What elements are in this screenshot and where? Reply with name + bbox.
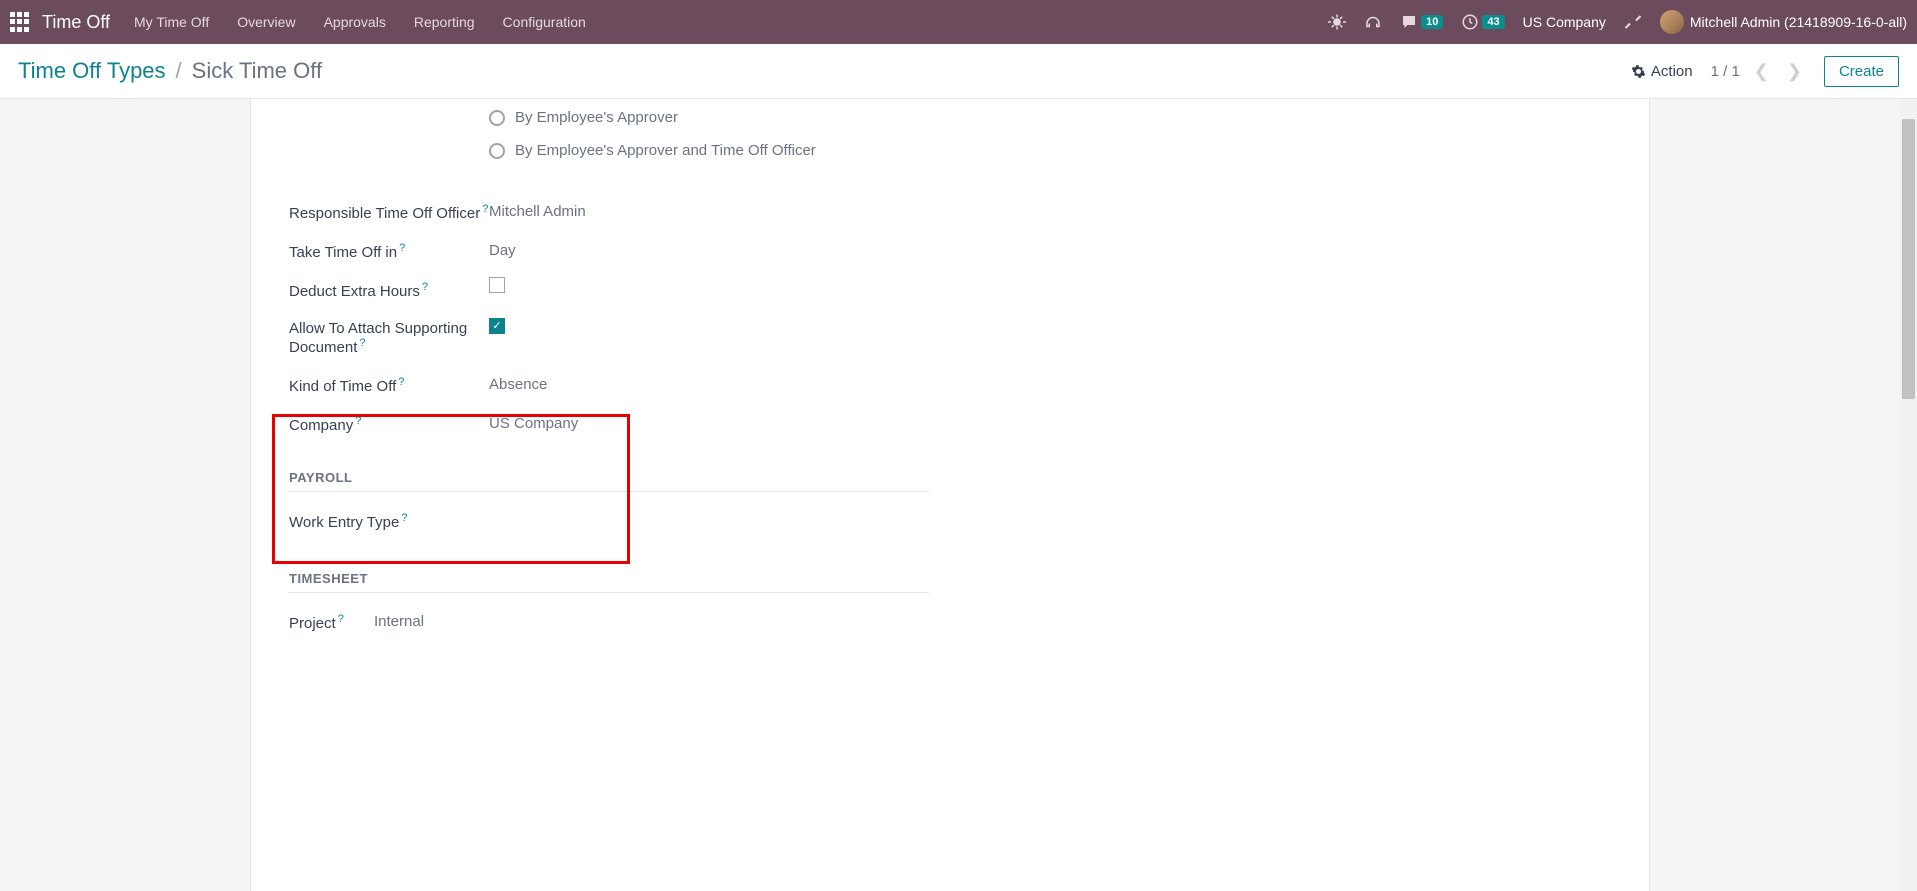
form-sheet: Approval No Validation By Time Off Offic… bbox=[250, 99, 1650, 891]
deduct-label: Deduct Extra Hours? bbox=[289, 277, 489, 300]
radio-icon bbox=[489, 110, 505, 126]
help-icon[interactable]: ? bbox=[359, 337, 365, 349]
unit-label: Take Time Off in? bbox=[289, 238, 489, 261]
user-name: Mitchell Admin (21418909-16-0-all) bbox=[1690, 14, 1907, 30]
bug-icon[interactable] bbox=[1328, 13, 1346, 31]
breadcrumb-sep: / bbox=[176, 58, 182, 84]
help-icon[interactable]: ? bbox=[482, 203, 488, 215]
payroll-heading: PAYROLL bbox=[289, 470, 929, 492]
tools-icon[interactable] bbox=[1624, 13, 1642, 31]
pager-value[interactable]: 1 / 1 bbox=[1711, 63, 1740, 80]
breadcrumb-parent[interactable]: Time Off Types bbox=[18, 58, 166, 84]
unit-value[interactable]: Day bbox=[489, 238, 516, 259]
scroll-thumb[interactable] bbox=[1902, 119, 1915, 399]
kind-label: Kind of Time Off? bbox=[289, 372, 489, 395]
pager-next[interactable]: ❯ bbox=[1783, 61, 1806, 82]
responsible-officer-value[interactable]: Mitchell Admin bbox=[489, 199, 586, 220]
scrollbar[interactable] bbox=[1900, 99, 1917, 891]
user-menu[interactable]: Mitchell Admin (21418909-16-0-all) bbox=[1660, 10, 1907, 34]
pager: 1 / 1 ❮ ❯ bbox=[1711, 61, 1806, 82]
radio-icon bbox=[489, 143, 505, 159]
menu-configuration[interactable]: Configuration bbox=[503, 14, 586, 30]
attach-label: Allow To Attach Supporting Document? bbox=[289, 316, 489, 356]
action-button[interactable]: Action bbox=[1631, 63, 1693, 80]
company-label: Company? bbox=[289, 411, 489, 434]
help-icon[interactable]: ? bbox=[401, 512, 407, 524]
help-icon[interactable]: ? bbox=[398, 376, 404, 388]
activities-icon[interactable]: 43 bbox=[1461, 13, 1504, 31]
pager-prev[interactable]: ❮ bbox=[1750, 61, 1773, 82]
responsible-officer-label: Responsible Time Off Officer? bbox=[289, 199, 489, 222]
breadcrumb-current: Sick Time Off bbox=[192, 58, 322, 84]
menu-my-time-off[interactable]: My Time Off bbox=[134, 14, 209, 30]
app-name[interactable]: Time Off bbox=[42, 12, 110, 33]
menu-overview[interactable]: Overview bbox=[237, 14, 295, 30]
apps-icon[interactable] bbox=[10, 12, 30, 32]
approval-radio-group: No Validation By Time Off Officer By Emp… bbox=[489, 99, 816, 159]
approval-by-approver[interactable]: By Employee's Approver bbox=[489, 109, 816, 126]
menu-reporting[interactable]: Reporting bbox=[414, 14, 475, 30]
deduct-checkbox[interactable] bbox=[489, 277, 505, 293]
work-entry-label: Work Entry Type? bbox=[289, 508, 489, 531]
messaging-badge: 10 bbox=[1421, 15, 1443, 29]
help-icon[interactable]: ? bbox=[355, 415, 361, 427]
topbar-right: 10 43 US Company Mitchell Admin (2141890… bbox=[1328, 10, 1907, 34]
main-menu: My Time Off Overview Approvals Reporting… bbox=[134, 14, 586, 30]
control-bar: Time Off Types / Sick Time Off Action 1 … bbox=[0, 44, 1917, 99]
help-icon[interactable]: ? bbox=[422, 281, 428, 293]
content-area: Approval No Validation By Time Off Offic… bbox=[0, 99, 1900, 891]
project-label: Project? bbox=[289, 609, 374, 632]
project-value[interactable]: Internal bbox=[374, 609, 424, 630]
avatar bbox=[1660, 10, 1684, 34]
topbar: Time Off My Time Off Overview Approvals … bbox=[0, 0, 1917, 44]
gear-icon bbox=[1631, 64, 1646, 79]
timesheet-heading: TIMESHEET bbox=[289, 571, 929, 593]
activities-badge: 43 bbox=[1482, 15, 1504, 29]
support-icon[interactable] bbox=[1364, 13, 1382, 31]
help-icon[interactable]: ? bbox=[399, 242, 405, 254]
approval-by-both[interactable]: By Employee's Approver and Time Off Offi… bbox=[489, 142, 816, 159]
company-value[interactable]: US Company bbox=[489, 411, 578, 432]
help-icon[interactable]: ? bbox=[338, 613, 344, 625]
create-button[interactable]: Create bbox=[1824, 56, 1899, 87]
kind-value[interactable]: Absence bbox=[489, 372, 547, 393]
attach-checkbox[interactable]: ✓ bbox=[489, 318, 505, 334]
messaging-icon[interactable]: 10 bbox=[1400, 13, 1443, 31]
company-switcher[interactable]: US Company bbox=[1523, 14, 1606, 30]
menu-approvals[interactable]: Approvals bbox=[324, 14, 386, 30]
breadcrumb: Time Off Types / Sick Time Off bbox=[18, 58, 322, 84]
